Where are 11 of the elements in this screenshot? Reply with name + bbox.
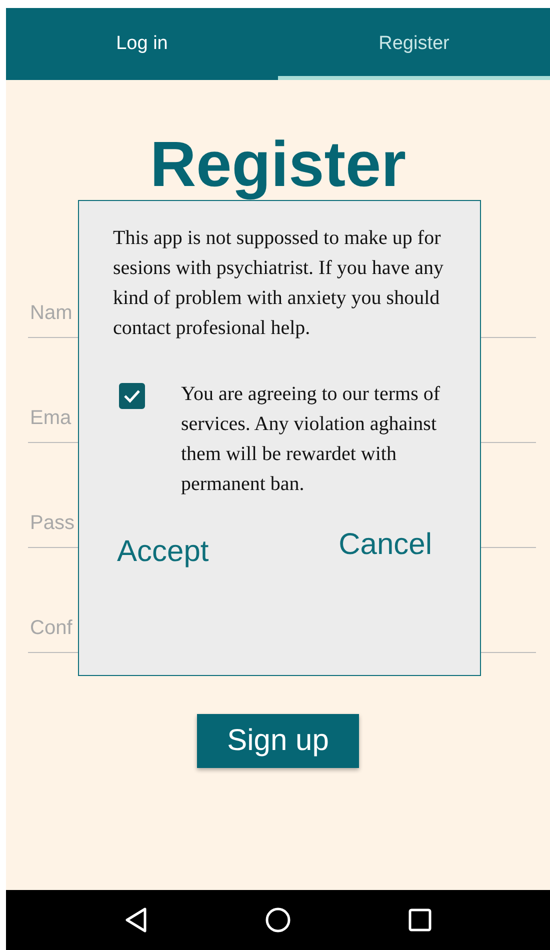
checkbox[interactable] <box>119 383 145 409</box>
check-icon <box>123 389 141 403</box>
home-icon[interactable] <box>264 907 291 933</box>
back-icon[interactable] <box>124 907 148 933</box>
terms-text: You are agreeing to our terms of services. Any violation aghainst them will be rewardet with permanent ban. <box>181 382 442 497</box>
dialog-message: This app is not suppossed to make up for sesions with psychiatrist. If you have any kind of problem with anxiety you should contact profesional help. <box>113 226 444 341</box>
cancel-button[interactable]: Cancel <box>338 521 432 569</box>
sign-up-button[interactable]: Sign up <box>197 714 359 768</box>
recents-icon[interactable] <box>408 908 432 932</box>
accept-button[interactable]: Accept <box>117 535 209 569</box>
tab[interactable]: Log in <box>6 8 278 80</box>
